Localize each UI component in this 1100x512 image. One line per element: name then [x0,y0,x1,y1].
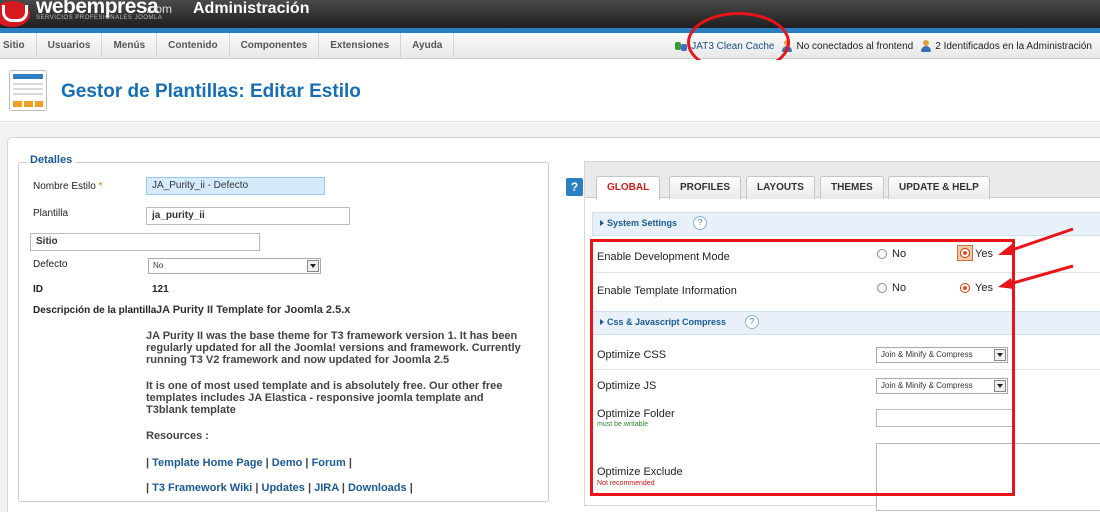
admin-title: Administración [193,0,310,17]
section-system-settings[interactable]: System Settings ? [592,212,1100,236]
caret-right-icon [600,220,604,226]
admin-users-icon [920,40,932,52]
admin-status: 2 Identificados en la Administración [920,40,1092,52]
system-help-icon[interactable]: ? [693,216,707,230]
annotation-rectangle [590,239,1015,496]
frontend-status: No conectados al frontend [781,40,913,52]
default-select[interactable]: No [148,258,321,274]
menu-item-menus[interactable]: Menús [102,33,158,59]
tab-update-help[interactable]: UPDATE & HELP [888,176,990,199]
link-template-home[interactable]: Template Home Page [152,457,262,469]
description-paragraph-2: It is one of most used template and is a… [146,380,503,416]
link-updates[interactable]: Updates [262,482,305,494]
tab-themes[interactable]: THEMES [820,176,884,199]
menu-item-ayuda[interactable]: Ayuda [401,33,455,59]
help-button[interactable]: ? [566,178,583,196]
menu-item-usuarios[interactable]: Usuarios [37,33,103,59]
admin-header: webempresa .com SERVICIOS PROFESIONALES … [0,0,1100,28]
menu-item-extensiones[interactable]: Extensiones [319,33,402,59]
default-label: Defecto [33,259,68,270]
link-forum[interactable]: Forum [312,457,346,469]
main-menu: Sitio Usuarios Menús Contenido Component… [0,33,455,59]
template-field: ja_purity_ii [146,207,350,225]
client-field: Sitio [30,233,260,251]
description-label: Descripción de la plantilla [33,305,157,316]
tab-layouts[interactable]: LAYOUTS [746,176,815,199]
menu-bar: Sitio Usuarios Menús Contenido Component… [0,33,1100,59]
link-t3-wiki[interactable]: T3 Framework Wiki [152,482,252,494]
link-downloads[interactable]: Downloads [348,482,407,494]
toolbar: Gestor de Plantillas: Editar Estilo [0,60,1100,122]
tab-profiles[interactable]: PROFILES [669,176,742,199]
description-title: JA Purity II Template for Joomla 2.5.x [156,304,351,316]
resource-links-row-1: | Template Home Page | Demo | Forum | [146,457,352,469]
menu-item-sitio[interactable]: Sitio [0,33,37,59]
frontend-status-label: No conectados al frontend [796,40,914,52]
required-mark: * [98,181,103,192]
link-demo[interactable]: Demo [272,457,303,469]
logo-tagline: SERVICIOS PROFESIONALES JOOMLA [36,15,163,21]
link-jira[interactable]: JIRA [314,482,339,494]
menu-item-contenido[interactable]: Contenido [157,33,230,59]
description-paragraph-1: JA Purity II was the base theme for T3 f… [146,330,521,366]
logo-suffix: .com [146,2,173,16]
resource-links-row-2: | T3 Framework Wiki | Updates | JIRA | D… [146,482,413,494]
menu-item-componentes[interactable]: Componentes [230,33,320,59]
webempresa-logo-icon [0,1,30,27]
template-label: Plantilla [33,208,69,219]
id-value: 121 [152,284,169,295]
tab-global[interactable]: GLOBAL [596,176,661,200]
admin-status-label: 2 Identificados en la Administración [935,40,1092,52]
template-manager-icon [9,70,47,111]
details-legend: Detalles [27,154,76,166]
page-title: Gestor de Plantillas: Editar Estilo [61,81,361,102]
chevron-down-icon [307,260,319,272]
id-label: ID [33,284,43,295]
resources-heading: Resources : [146,430,209,442]
style-name-input[interactable]: JA_Purity_ii - Defecto [146,177,325,195]
style-name-label: Nombre Estilo * [33,181,103,192]
